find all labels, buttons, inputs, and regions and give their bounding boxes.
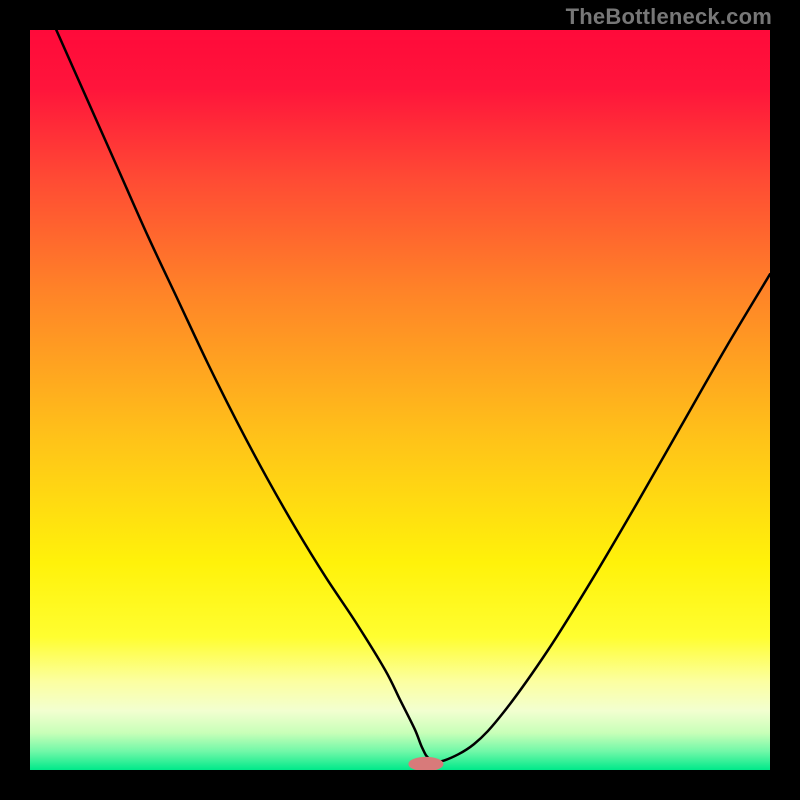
- gradient-rect: [30, 30, 770, 770]
- chart-svg: [30, 30, 770, 770]
- watermark-label: TheBottleneck.com: [566, 4, 772, 30]
- chart-frame: TheBottleneck.com: [0, 0, 800, 800]
- plot-area: [30, 30, 770, 770]
- minimum-marker: [409, 757, 443, 770]
